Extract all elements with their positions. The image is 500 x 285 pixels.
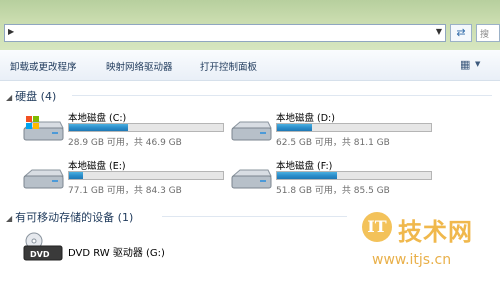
capacity-bar-fill (277, 124, 313, 131)
address-dropdown-icon[interactable]: ▼ (436, 27, 442, 36)
view-options-icon[interactable]: ▦ (460, 58, 470, 71)
hard-drive-icon (231, 169, 272, 189)
drive-free-space: 28.9 GB 可用，共 46.9 GB (68, 138, 182, 148)
drive-d[interactable]: 本地磁盘 (D:) 62.5 GB 可用，共 81.1 GB (230, 110, 440, 152)
section-divider (72, 95, 492, 96)
drive-name: 本地磁盘 (E:) (68, 161, 126, 172)
section-divider (162, 216, 347, 217)
open-control-panel-button[interactable]: 打开控制面板 (200, 59, 257, 73)
watermark-text: 技术网 (398, 218, 473, 246)
watermark-logo: IT (362, 212, 392, 242)
collapse-arrow-icon[interactable]: ◢ (6, 93, 12, 102)
drive-free-space: 62.5 GB 可用，共 81.1 GB (276, 138, 390, 148)
drive-name: 本地磁盘 (C:) (68, 113, 127, 124)
section-title: 硬盘 (4) (15, 90, 57, 103)
watermark-url: www.itjs.cn (372, 252, 452, 268)
hard-drive-icon (231, 121, 272, 141)
refresh-icon: ⇄ (456, 26, 466, 39)
dvd-drive-icon: DVD (23, 232, 63, 261)
drive-e[interactable]: 本地磁盘 (E:) 77.1 GB 可用，共 84.3 GB (22, 158, 232, 200)
windows-drive-icon (23, 116, 64, 141)
capacity-bar-fill (69, 172, 83, 179)
breadcrumb-arrow-icon[interactable]: ▶ (8, 27, 14, 36)
hard-disks-header[interactable]: ◢ 硬盘 (4) (6, 88, 56, 104)
hard-drive-icon (23, 169, 64, 189)
view-dropdown-icon[interactable]: ▼ (475, 60, 480, 68)
section-title: 有可移动存储的设备 (1) (15, 211, 134, 224)
drive-f[interactable]: 本地磁盘 (F:) 51.8 GB 可用，共 85.5 GB (230, 158, 440, 200)
capacity-bar (68, 171, 224, 180)
dvd-drive-g[interactable]: DVD DVD RW 驱动器 (G:) (22, 232, 222, 274)
search-box[interactable]: 搜 (476, 24, 500, 42)
capacity-bar-fill (69, 124, 128, 131)
svg-text:DVD: DVD (30, 250, 50, 259)
drive-free-space: 51.8 GB 可用，共 85.5 GB (276, 186, 390, 196)
capacity-bar (276, 171, 432, 180)
capacity-bar-fill (277, 172, 338, 179)
search-placeholder: 搜 (480, 30, 490, 40)
uninstall-program-button[interactable]: 卸载或更改程序 (10, 59, 77, 73)
drive-name: DVD RW 驱动器 (G:) (68, 248, 165, 259)
watermark-logo-text: IT (367, 217, 387, 236)
removable-storage-header[interactable]: ◢ 有可移动存储的设备 (1) (6, 209, 133, 225)
drive-c[interactable]: 本地磁盘 (C:) 28.9 GB 可用，共 46.9 GB (22, 110, 232, 152)
map-network-drive-button[interactable]: 映射网络驱动器 (106, 59, 173, 73)
capacity-bar (276, 123, 432, 132)
drive-name: 本地磁盘 (D:) (276, 113, 335, 124)
drive-name: 本地磁盘 (F:) (276, 161, 333, 172)
refresh-button[interactable]: ⇄ (450, 24, 472, 42)
command-bar: 卸载或更改程序 映射网络驱动器 打开控制面板 ▦ ▼ (0, 50, 500, 81)
collapse-arrow-icon[interactable]: ◢ (6, 214, 12, 223)
window-chrome: ▶ ▼ ⇄ 搜 (0, 0, 500, 50)
address-bar[interactable]: ▶ ▼ (4, 24, 446, 42)
drive-free-space: 77.1 GB 可用，共 84.3 GB (68, 186, 182, 196)
capacity-bar (68, 123, 224, 132)
